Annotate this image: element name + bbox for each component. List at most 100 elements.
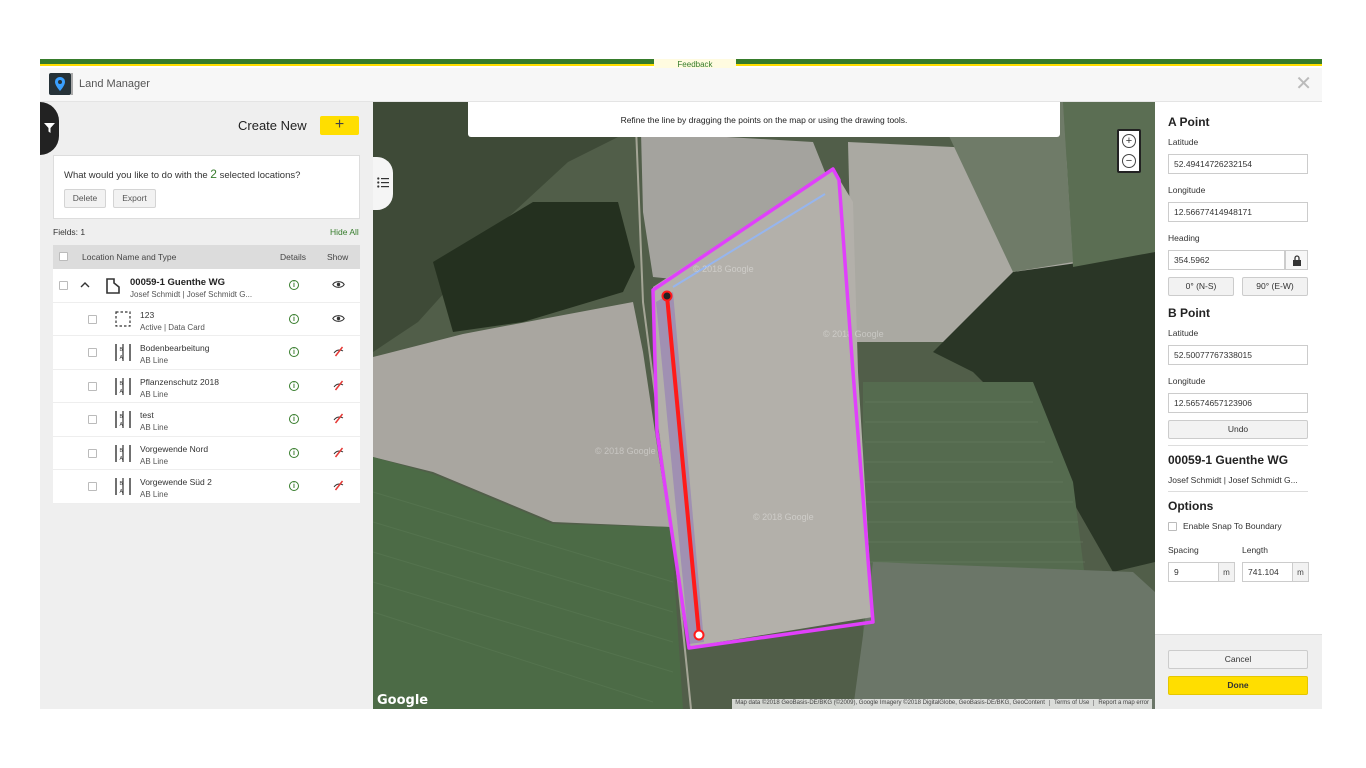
chevron-up-icon[interactable] bbox=[80, 281, 90, 288]
ab-line-icon: BA bbox=[115, 478, 131, 495]
table-row[interactable]: BA Pflanzenschutz 2018 AB Line i bbox=[53, 369, 360, 403]
select-all-checkbox[interactable] bbox=[59, 252, 68, 261]
b-point-marker[interactable] bbox=[693, 629, 705, 641]
a-latitude-input[interactable] bbox=[1168, 154, 1308, 174]
zoom-out-button[interactable]: − bbox=[1122, 154, 1136, 168]
north-south-button[interactable]: 0° (N-S) bbox=[1168, 277, 1234, 296]
map-imagery: © 2018 Google © 2018 Google © 2018 Googl… bbox=[373, 102, 1155, 709]
row-subtitle: Active | Data Card bbox=[140, 322, 205, 332]
row-checkbox[interactable] bbox=[59, 281, 68, 290]
hidden-icon[interactable] bbox=[332, 413, 345, 424]
row-name: Bodenbearbeitung bbox=[140, 343, 210, 353]
report-error-link[interactable]: Report a map error bbox=[1093, 700, 1149, 706]
selection-prompt-start: What would you like to do with the bbox=[64, 170, 208, 181]
row-subtitle: AB Line bbox=[140, 356, 169, 365]
a-longitude-label: Longitude bbox=[1168, 185, 1206, 195]
table-row[interactable]: BA Vorgewende Nord AB Line i bbox=[53, 436, 360, 470]
list-toggle[interactable] bbox=[373, 157, 393, 210]
spacing-input[interactable] bbox=[1168, 562, 1219, 582]
row-checkbox[interactable] bbox=[88, 415, 97, 424]
hidden-icon[interactable] bbox=[332, 346, 345, 357]
cancel-button[interactable]: Cancel bbox=[1168, 650, 1308, 669]
satellite-map[interactable]: © 2018 Google © 2018 Google © 2018 Googl… bbox=[373, 102, 1155, 709]
row-name: 123 bbox=[140, 309, 155, 320]
undo-button[interactable]: Undo bbox=[1168, 420, 1308, 439]
b-latitude-label: Latitude bbox=[1168, 328, 1199, 338]
row-checkbox[interactable] bbox=[88, 348, 97, 357]
info-icon[interactable]: i bbox=[289, 280, 299, 290]
east-west-button[interactable]: 90° (E-W) bbox=[1242, 277, 1308, 296]
app-title: Land Manager bbox=[79, 78, 150, 90]
row-name: Vorgewende Süd 2 bbox=[140, 477, 212, 487]
row-name: test bbox=[140, 410, 154, 420]
length-label: Length bbox=[1242, 545, 1268, 555]
hidden-icon[interactable] bbox=[332, 447, 345, 458]
selection-prompt: What would you like to do with the 2 sel… bbox=[64, 167, 300, 181]
info-icon[interactable]: i bbox=[289, 313, 299, 324]
close-icon[interactable]: ✕ bbox=[1295, 74, 1312, 94]
terms-link[interactable]: Terms of Use bbox=[1048, 700, 1090, 706]
filter-toggle[interactable] bbox=[40, 102, 59, 155]
header-name: Location Name and Type bbox=[82, 252, 177, 262]
create-new-label: Create New bbox=[238, 118, 307, 133]
action-footer: Cancel Done bbox=[1155, 634, 1322, 709]
row-checkbox[interactable] bbox=[88, 381, 97, 391]
row-subtitle: AB Line bbox=[140, 423, 169, 432]
b-latitude-input[interactable] bbox=[1168, 345, 1308, 365]
add-button[interactable]: + bbox=[320, 116, 359, 135]
zoom-in-button[interactable]: + bbox=[1122, 134, 1136, 148]
ab-line-icon: BA bbox=[115, 411, 131, 428]
fields-count: Fields: 1 bbox=[53, 227, 86, 237]
table-row[interactable]: BA Vorgewende Süd 2 AB Line i bbox=[53, 470, 360, 504]
b-longitude-input[interactable] bbox=[1168, 393, 1308, 413]
map-watermark: © 2018 Google bbox=[693, 264, 754, 274]
heading-input[interactable] bbox=[1168, 250, 1285, 270]
row-checkbox[interactable] bbox=[88, 482, 97, 491]
google-logo: Google bbox=[377, 693, 429, 708]
eye-icon[interactable] bbox=[332, 280, 345, 289]
row-subtitle: AB Line bbox=[140, 389, 169, 399]
row-name: 00059-1 Guenthe WG bbox=[130, 277, 226, 288]
land-manager-window: Feedback Land Manager ✕ Create New + Wha… bbox=[40, 59, 1322, 709]
row-checkbox[interactable] bbox=[88, 314, 97, 324]
done-button[interactable]: Done bbox=[1168, 676, 1308, 695]
eye-icon[interactable] bbox=[332, 314, 345, 323]
a-longitude-input[interactable] bbox=[1168, 202, 1308, 222]
row-checkbox[interactable] bbox=[88, 448, 97, 458]
selection-actions: What would you like to do with the 2 sel… bbox=[53, 155, 360, 219]
divider bbox=[1168, 491, 1308, 492]
table-header: Location Name and Type Details Show bbox=[53, 245, 360, 269]
hidden-icon[interactable] bbox=[332, 480, 345, 491]
selection-count: 2 bbox=[210, 167, 217, 181]
land-manager-logo-icon bbox=[49, 73, 71, 95]
length-input[interactable] bbox=[1242, 562, 1293, 582]
hidden-icon[interactable] bbox=[332, 380, 345, 391]
attribution-text: Map data ©2018 GeoBasis-DE/BKG (©2009), … bbox=[735, 700, 1045, 706]
options-title: Options bbox=[1168, 499, 1214, 513]
info-icon[interactable]: i bbox=[289, 447, 299, 458]
logo-accent bbox=[71, 73, 73, 95]
a-point-title: A Point bbox=[1168, 115, 1210, 129]
export-button[interactable]: Export bbox=[113, 189, 156, 208]
info-icon[interactable]: i bbox=[289, 414, 299, 424]
selection-prompt-end: selected locations? bbox=[219, 170, 301, 181]
field-name: 00059-1 Guenthe WG bbox=[1168, 453, 1289, 467]
table-row[interactable]: 00059-1 Guenthe WG Josef Schmidt | Josef… bbox=[53, 269, 360, 303]
divider bbox=[1168, 445, 1308, 446]
hide-all-link[interactable]: Hide All bbox=[330, 227, 359, 237]
table-row[interactable]: 123 Active | Data Card i bbox=[53, 302, 360, 336]
info-icon[interactable]: i bbox=[289, 380, 299, 391]
info-icon[interactable]: i bbox=[289, 347, 299, 357]
a-point-marker[interactable] bbox=[661, 290, 673, 302]
map-attribution: Map data ©2018 GeoBasis-DE/BKG (©2009), … bbox=[732, 699, 1152, 709]
info-icon[interactable]: i bbox=[289, 481, 299, 491]
table-row[interactable]: BA test AB Line i bbox=[53, 403, 360, 437]
heading-lock-button[interactable] bbox=[1285, 250, 1308, 270]
delete-button[interactable]: Delete bbox=[64, 189, 106, 208]
b-point-title: B Point bbox=[1168, 306, 1210, 320]
snap-to-boundary-label: Enable Snap To Boundary bbox=[1183, 521, 1282, 531]
header-show: Show bbox=[327, 252, 349, 262]
snap-to-boundary-checkbox[interactable] bbox=[1168, 522, 1177, 531]
ab-line-icon: BA bbox=[115, 444, 131, 462]
table-row[interactable]: BA Bodenbearbeitung AB Line i bbox=[53, 336, 360, 370]
